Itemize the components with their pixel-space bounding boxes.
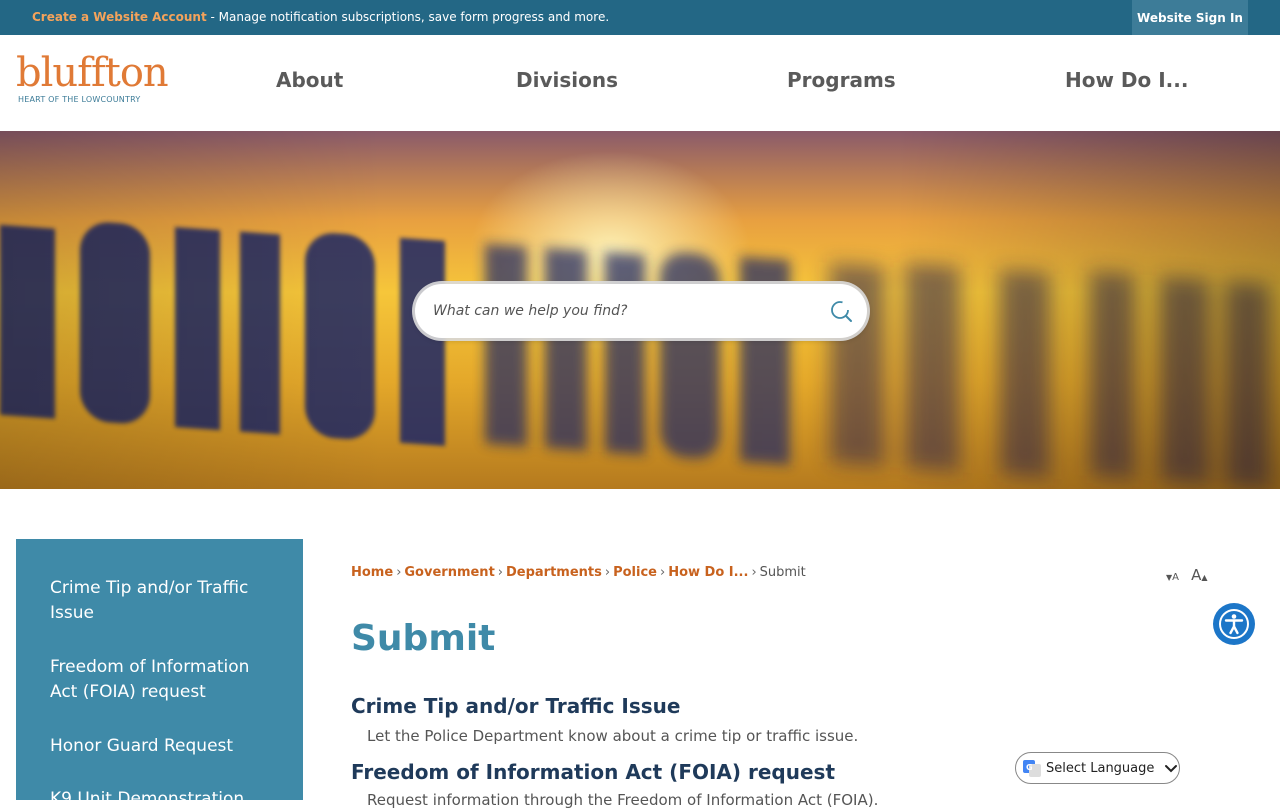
breadcrumb-separator: › [659,565,666,580]
item-link-crime-tip[interactable]: Crime Tip and/or Traffic Issue [351,694,680,718]
breadcrumb-government[interactable]: Government [404,565,494,580]
chevron-down-icon [1165,765,1178,773]
font-size-controls: ▼A A▲ [1166,566,1208,584]
breadcrumb-police[interactable]: Police [613,565,657,580]
search-icon[interactable] [829,299,853,323]
sidebar-nav: Crime Tip and/or Traffic Issue Freedom o… [16,539,303,809]
language-label: Select Language [1046,760,1155,776]
decrease-font-button[interactable]: ▼A [1166,569,1179,584]
search-input[interactable] [433,299,813,323]
breadcrumb-separator: › [497,565,503,580]
logo-wordmark: bluffton [16,50,169,96]
notification-bar: Create a Website Account - Manage notifi… [0,0,1280,35]
create-account-link[interactable]: Create a Website Account [32,10,207,24]
breadcrumb-separator: › [751,565,757,580]
increase-font-button[interactable]: A▲ [1191,566,1207,584]
notification-text: - Manage notification subscriptions, sav… [206,10,610,24]
nav-about[interactable]: About [276,68,343,92]
notification-message: Create a Website Account - Manage notifi… [32,10,609,24]
sidebar-item-crime-tip[interactable]: Crime Tip and/or Traffic Issue [50,576,280,626]
logo-tagline: HEART OF THE LOWCOUNTRY [18,95,141,104]
breadcrumb-home[interactable]: Home [351,565,393,580]
website-sign-in-button[interactable]: Website Sign In [1132,0,1248,35]
language-selector[interactable]: G Select Language [1015,752,1180,784]
breadcrumb-separator: › [396,565,402,580]
caret-up-icon: ▲ [1201,573,1208,582]
breadcrumb-how-do-i[interactable]: How Do I... [668,565,748,580]
nav-divisions[interactable]: Divisions [516,68,618,92]
sidebar-item-foia[interactable]: Freedom of Information Act (FOIA) reques… [50,655,280,705]
item-description-crime-tip: Let the Police Department know about a c… [367,727,859,745]
site-search [415,284,867,338]
sidebar-item-honor-guard[interactable]: Honor Guard Request [50,734,280,759]
breadcrumb-separator: › [604,565,611,580]
svg-text:G: G [1026,763,1033,772]
site-header: bluffton HEART OF THE LOWCOUNTRY About D… [0,35,1280,131]
site-logo[interactable]: bluffton HEART OF THE LOWCOUNTRY [16,53,176,113]
google-translate-icon: G [1023,760,1041,777]
item-description-foia: Request information through the Freedom … [367,791,879,809]
page-title: Submit [351,618,496,659]
nav-how-do-i[interactable]: How Do I... [1065,68,1188,92]
breadcrumb-current: Submit [759,565,806,580]
nav-programs[interactable]: Programs [787,68,896,92]
accessibility-icon [1219,609,1249,639]
breadcrumb: Home › Government › Departments › Police › How D… [351,565,806,580]
item-link-foia[interactable]: Freedom of Information Act (FOIA) reques… [351,760,835,784]
breadcrumb-departments[interactable]: Departments [506,565,602,580]
accessibility-button[interactable] [1213,603,1255,645]
